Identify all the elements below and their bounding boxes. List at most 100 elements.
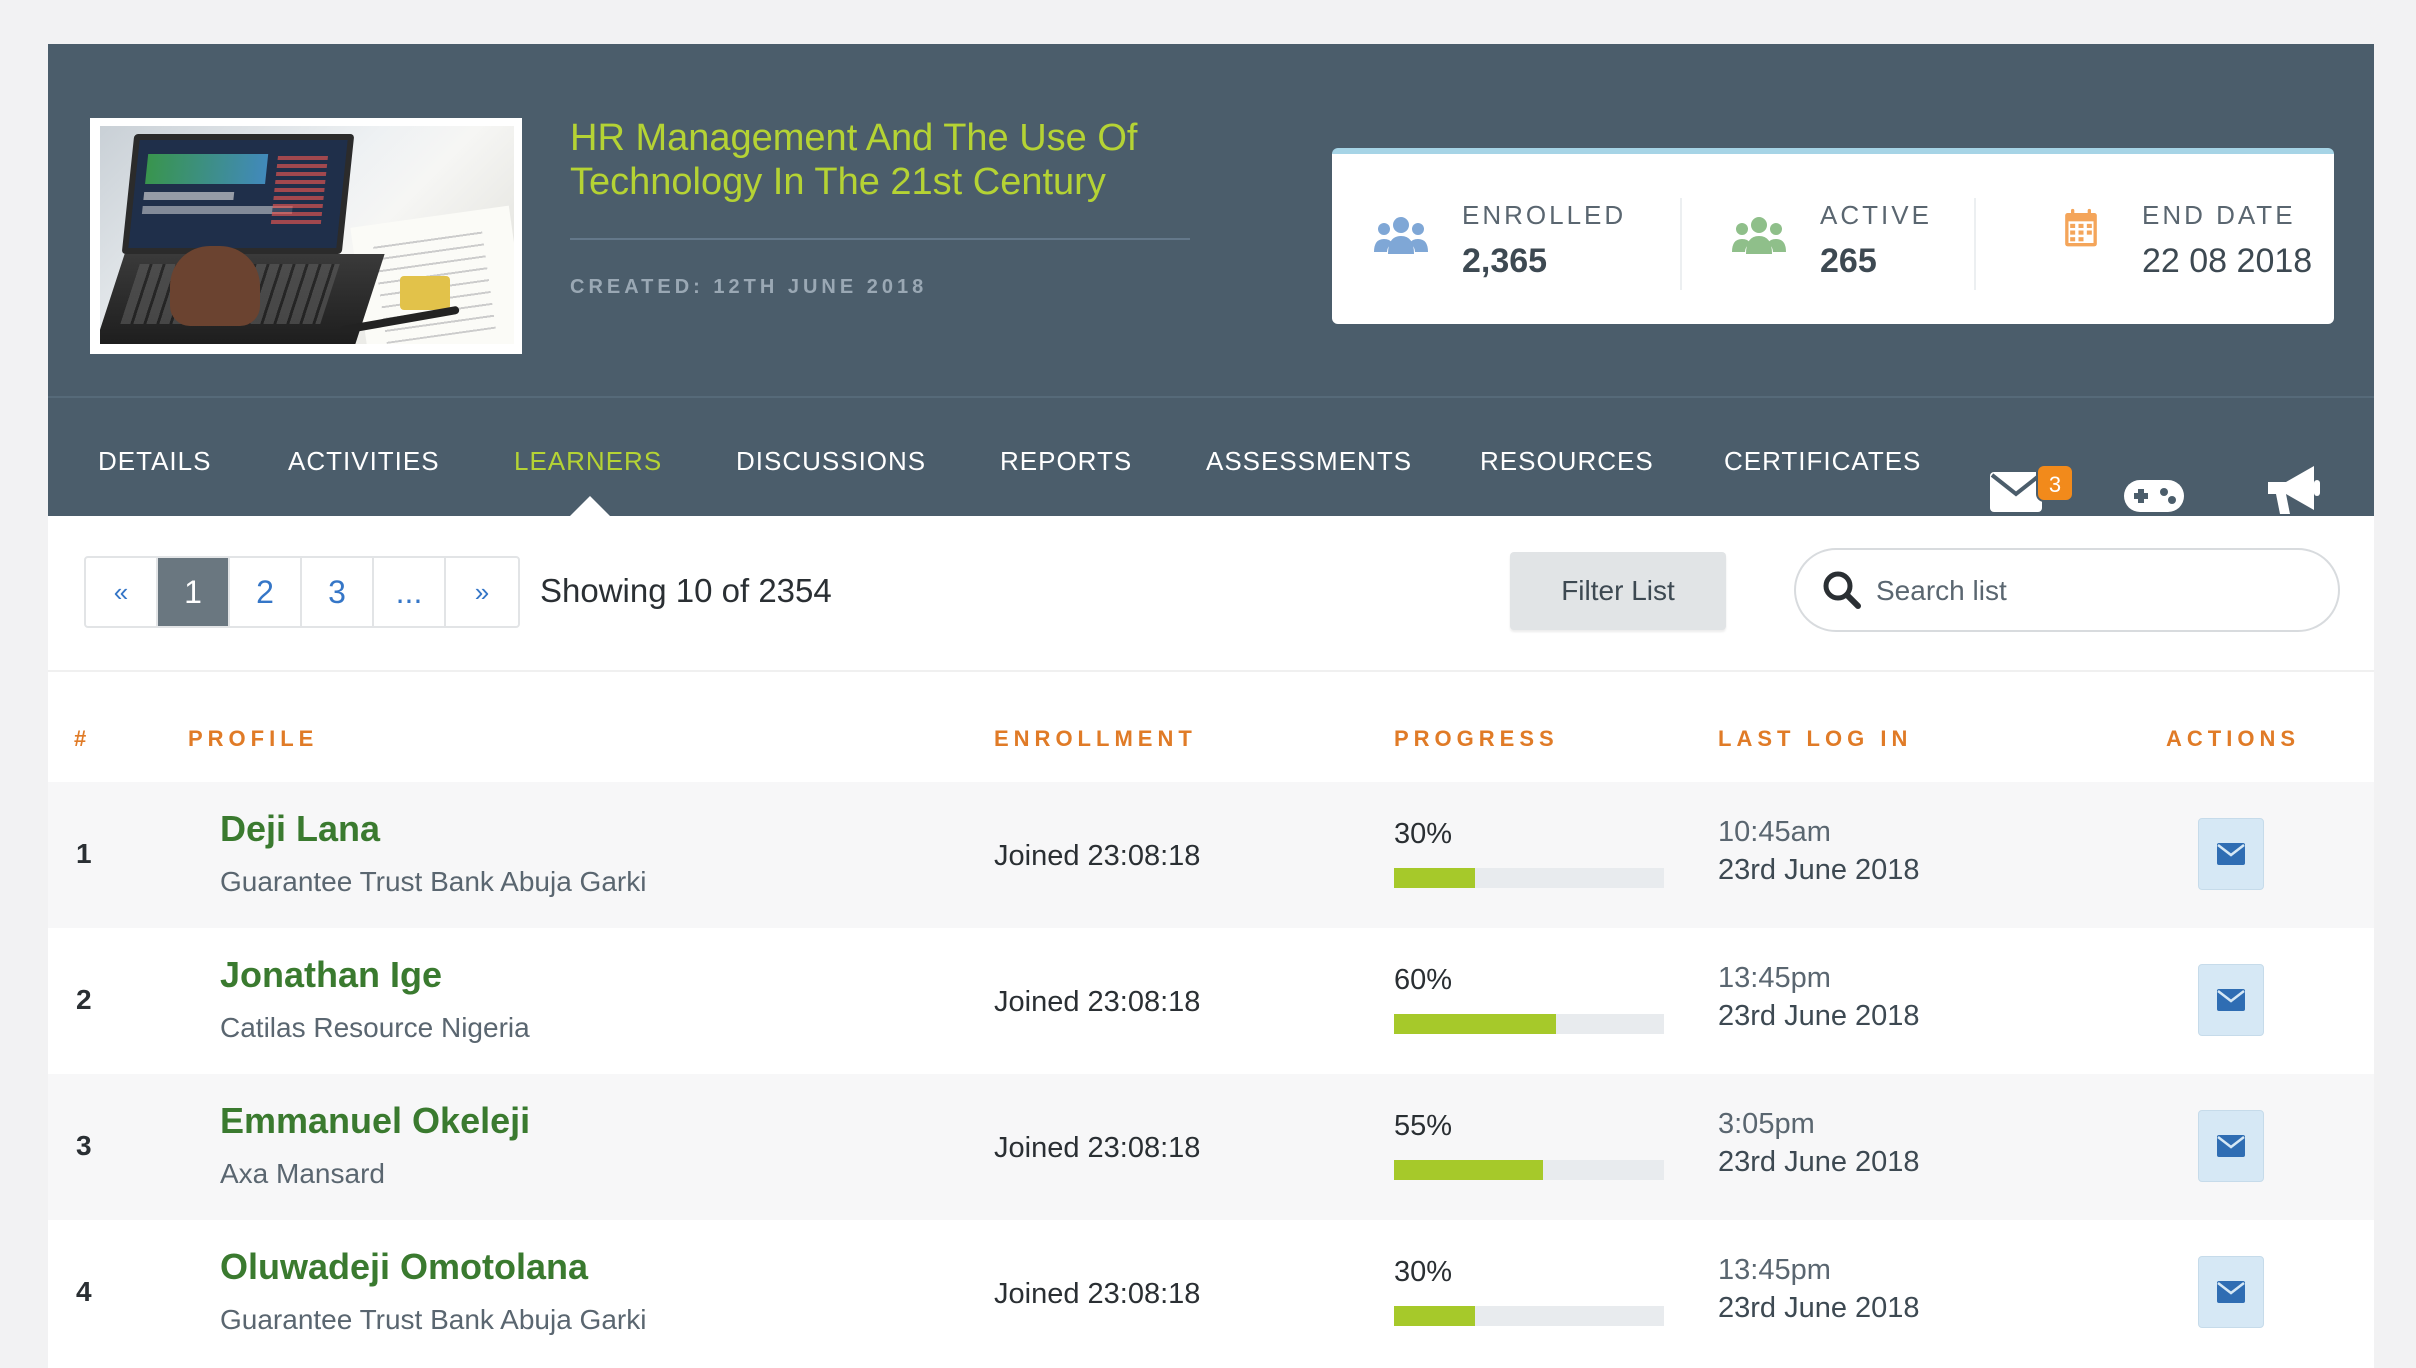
table-header: # PROFILE ENROLLMENT PROGRESS LAST LOG I… — [48, 672, 2374, 782]
progress-bar — [1394, 1160, 1664, 1180]
stat-active-label: ACTIVE — [1820, 200, 1932, 230]
learner-organization: Axa Mansard — [220, 1158, 385, 1189]
stat-end-date-value: 22 08 2018 — [2142, 242, 2313, 280]
tab-discussions[interactable]: DISCUSSIONS — [736, 446, 926, 477]
last-login-date: 23rd June 2018 — [1718, 1146, 1920, 1178]
pagination-ellipsis[interactable]: ... — [374, 558, 446, 626]
last-login-date: 23rd June 2018 — [1718, 854, 1920, 886]
last-login-time: 3:05pm — [1718, 1108, 1815, 1140]
last-login-time: 13:45pm — [1718, 1254, 1831, 1286]
table-row: 4 Oluwadeji Omotolana Guarantee Trust Ba… — [48, 1220, 2374, 1366]
column-header-number: # — [74, 726, 92, 751]
progress-percent: 30% — [1394, 818, 1453, 850]
pagination: « 1 2 3 ... » — [84, 556, 520, 628]
progress-percent: 30% — [1394, 1256, 1453, 1288]
learner-organization: Catilas Resource Nigeria — [220, 1012, 530, 1043]
progress-bar — [1394, 1306, 1664, 1326]
column-header-actions: ACTIONS — [2166, 726, 2300, 751]
column-header-last-login[interactable]: LAST LOG IN — [1718, 726, 1912, 752]
showing-count: Showing 10 of 2354 — [540, 572, 832, 609]
stat-divider — [1974, 198, 1976, 290]
progress-bar-fill — [1394, 868, 1475, 888]
tab-activities[interactable]: ACTIVITIES — [288, 446, 440, 477]
envelope-icon — [2217, 1281, 2245, 1303]
learner-organization: Guarantee Trust Bank Abuja Garki — [220, 1304, 647, 1335]
search-icon — [1823, 571, 1861, 609]
enrollment-date: Joined 23:08:18 — [994, 1132, 1201, 1164]
progress-bar-fill — [1394, 1160, 1543, 1180]
table-row: 1 Deji Lana Guarantee Trust Bank Abuja G… — [48, 782, 2374, 928]
users-icon — [1374, 217, 1428, 254]
pagination-prev[interactable]: « — [86, 558, 158, 626]
course-stats-panel: ENROLLED 2,365 ACTIVE 265 END DATE 22 08… — [1332, 148, 2334, 324]
envelope-icon — [2217, 1135, 2245, 1157]
progress-percent: 60% — [1394, 964, 1453, 996]
stat-divider — [1680, 198, 1682, 290]
tab-learners[interactable]: LEARNERS — [514, 446, 662, 477]
row-number: 1 — [76, 838, 92, 869]
active-tab-indicator — [570, 496, 610, 516]
course-header: HR Management And The Use Of Technology … — [48, 44, 2374, 396]
envelope-icon[interactable] — [1990, 472, 2042, 512]
progress-bar-fill — [1394, 1014, 1556, 1034]
stat-active-value: 265 — [1820, 242, 1877, 280]
pagination-next[interactable]: » — [446, 558, 518, 626]
users-icon — [1732, 217, 1786, 254]
search-input[interactable] — [1876, 568, 2316, 614]
course-card: HR Management And The Use Of Technology … — [48, 44, 2374, 1368]
course-title: HR Management And The Use Of Technology … — [570, 117, 1138, 203]
tab-resources[interactable]: RESOURCES — [1480, 446, 1654, 477]
column-header-progress[interactable]: PROGRESS — [1394, 726, 1559, 752]
enrollment-date: Joined 23:08:18 — [994, 1278, 1201, 1310]
search-box[interactable] — [1794, 548, 2340, 632]
learner-name-link[interactable]: Emmanuel Okeleji — [220, 1100, 530, 1142]
progress-percent: 55% — [1394, 1110, 1453, 1142]
learner-name-link[interactable]: Deji Lana — [220, 808, 380, 850]
calendar-icon — [2065, 208, 2097, 247]
enrollment-date: Joined 23:08:18 — [994, 840, 1201, 872]
progress-bar — [1394, 1014, 1664, 1034]
list-toolbar: « 1 2 3 ... » Showing 10 of 2354 Filter … — [48, 516, 2374, 672]
stat-end-date-label: END DATE — [2142, 200, 2296, 230]
tab-details[interactable]: DETAILS — [98, 446, 211, 477]
course-image — [100, 126, 514, 344]
learner-organization: Guarantee Trust Bank Abuja Garki — [220, 866, 647, 897]
send-message-button[interactable] — [2198, 818, 2264, 890]
progress-bar-fill — [1394, 1306, 1475, 1326]
send-message-button[interactable] — [2198, 1110, 2264, 1182]
course-thumbnail — [90, 118, 522, 354]
row-number: 3 — [76, 1130, 92, 1161]
filter-list-button[interactable]: Filter List — [1510, 552, 1726, 630]
last-login-date: 23rd June 2018 — [1718, 1000, 1920, 1032]
column-header-profile[interactable]: PROFILE — [188, 726, 318, 752]
row-number: 4 — [76, 1276, 92, 1307]
table-row: 2 Jonathan Ige Catilas Resource Nigeria … — [48, 928, 2374, 1074]
envelope-icon — [2217, 989, 2245, 1011]
enrollment-date: Joined 23:08:18 — [994, 986, 1201, 1018]
stat-enrolled-value: 2,365 — [1462, 242, 1548, 280]
table-row: 3 Emmanuel Okeleji Axa Mansard Joined 23… — [48, 1074, 2374, 1220]
column-header-enrollment[interactable]: ENROLLMENT — [994, 726, 1197, 752]
message-count-badge: 3 — [2036, 464, 2074, 502]
stat-enrolled-label: ENROLLED — [1462, 200, 1627, 230]
pagination-page-2[interactable]: 2 — [230, 558, 302, 626]
tab-reports[interactable]: REPORTS — [1000, 446, 1132, 477]
learner-name-link[interactable]: Oluwadeji Omotolana — [220, 1246, 588, 1288]
last-login-time: 13:45pm — [1718, 962, 1831, 994]
progress-bar — [1394, 868, 1664, 888]
course-created-date: CREATED: 12TH JUNE 2018 — [570, 276, 928, 298]
last-login-date: 23rd June 2018 — [1718, 1292, 1920, 1324]
tab-assessments[interactable]: ASSESSMENTS — [1206, 446, 1412, 477]
title-divider — [570, 238, 1190, 240]
envelope-icon — [2217, 843, 2245, 865]
megaphone-icon[interactable] — [2264, 464, 2322, 516]
pagination-page-3[interactable]: 3 — [302, 558, 374, 626]
pagination-page-1[interactable]: 1 — [158, 558, 230, 626]
course-nav: DETAILS ACTIVITIES LEARNERS DISCUSSIONS … — [48, 396, 2374, 516]
learner-name-link[interactable]: Jonathan Ige — [220, 954, 442, 996]
send-message-button[interactable] — [2198, 1256, 2264, 1328]
tab-certificates[interactable]: CERTIFICATES — [1724, 446, 1921, 477]
send-message-button[interactable] — [2198, 964, 2264, 1036]
gamepad-icon[interactable] — [2122, 478, 2186, 514]
row-number: 2 — [76, 984, 92, 1015]
